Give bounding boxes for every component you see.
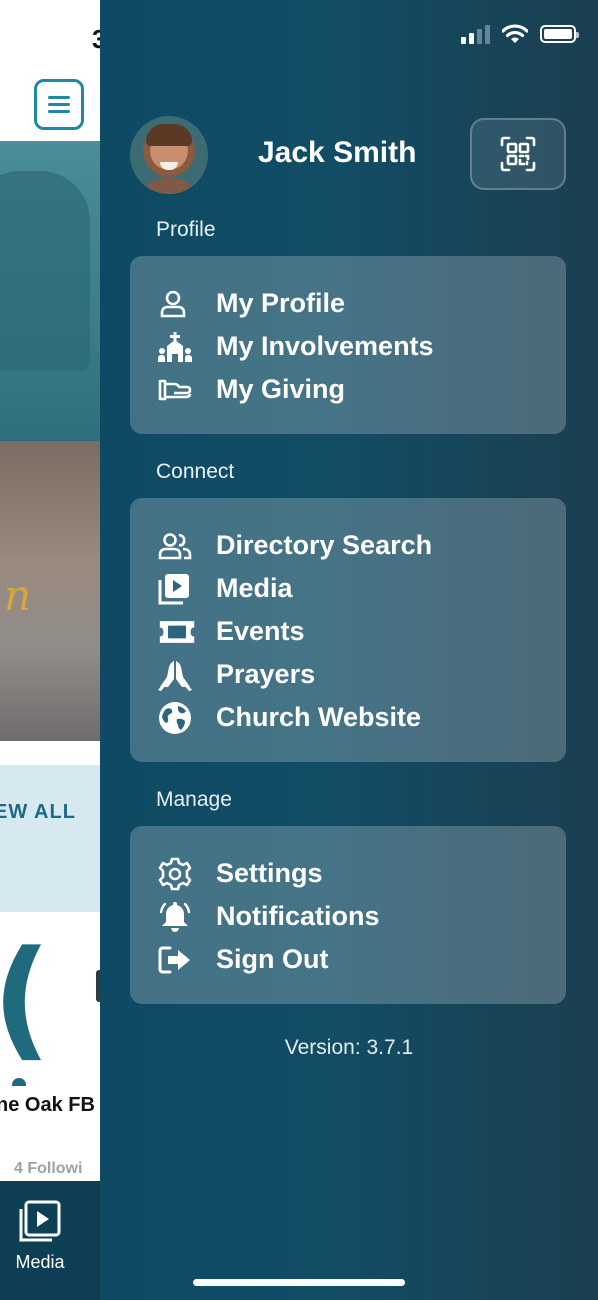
- cellular-signal-icon: [461, 24, 490, 44]
- background-hero-image: [0, 141, 100, 441]
- menu-item-prayers[interactable]: Prayers: [158, 653, 566, 696]
- section-title-connect: Connect: [156, 460, 235, 483]
- manage-card: Settings Notifications Sign Out: [130, 826, 566, 1004]
- view-all-link[interactable]: EW ALL: [0, 801, 76, 824]
- menu-item-label: My Involvements: [216, 331, 434, 361]
- sign-out-icon: [158, 943, 196, 977]
- church-logo: (: [0, 922, 51, 1074]
- following-count: 4 Followi: [14, 1160, 83, 1177]
- menu-item-directory-search[interactable]: Directory Search: [158, 524, 566, 567]
- church-name: ne Oak FB: [0, 1094, 95, 1116]
- avatar[interactable]: [130, 116, 208, 194]
- menu-item-label: Church Website: [216, 702, 422, 732]
- media-icon: [158, 572, 196, 606]
- view-all-banner[interactable]: EW ALL: [0, 765, 100, 912]
- menu-item-sign-out[interactable]: Sign Out: [158, 938, 566, 981]
- qr-code-icon: [500, 136, 536, 172]
- globe-icon: [158, 701, 196, 735]
- background-bible-image: n: [0, 441, 100, 741]
- church-group-icon: [158, 330, 196, 364]
- section-title-profile: Profile: [156, 218, 216, 241]
- tab-media-label: Media: [15, 1252, 65, 1272]
- people-icon: [158, 529, 196, 563]
- menu-item-label: Sign Out: [216, 944, 329, 974]
- menu-item-events[interactable]: Events: [158, 610, 566, 653]
- qr-code-button[interactable]: [470, 118, 566, 190]
- bell-icon: [158, 900, 196, 934]
- giving-hand-icon: [158, 373, 196, 407]
- menu-item-church-website[interactable]: Church Website: [158, 696, 566, 739]
- menu-item-my-profile[interactable]: My Profile: [158, 282, 566, 325]
- status-clock: 34: [92, 24, 100, 54]
- menu-item-my-giving[interactable]: My Giving: [158, 368, 566, 411]
- hamburger-menu-button[interactable]: [34, 79, 84, 130]
- menu-item-label: Directory Search: [216, 530, 433, 560]
- profile-card: My Profile My Involvements My Giving: [130, 256, 566, 434]
- ticket-icon: [158, 615, 196, 649]
- person-icon: [158, 287, 196, 321]
- home-indicator[interactable]: [193, 1279, 405, 1286]
- app-version: Version: 3.7.1: [284, 1036, 414, 1059]
- menu-item-notifications[interactable]: Notifications: [158, 895, 566, 938]
- connect-card: Directory Search Media Events Prayers Ch…: [130, 498, 566, 762]
- praying-hands-icon: [158, 658, 196, 692]
- section-title-manage: Manage: [156, 788, 232, 811]
- menu-item-label: Notifications: [216, 901, 380, 931]
- menu-item-label: Settings: [216, 858, 323, 888]
- wifi-icon: [502, 24, 528, 43]
- battery-icon: [540, 25, 579, 43]
- menu-item-label: My Giving: [216, 374, 346, 404]
- menu-item-my-involvements[interactable]: My Involvements: [158, 325, 566, 368]
- menu-item-label: Prayers: [216, 659, 316, 689]
- hamburger-icon: [48, 92, 70, 117]
- tab-media[interactable]: Media: [0, 1181, 80, 1273]
- church-card[interactable]: ( ne Oak FB 4 Followi: [0, 912, 100, 1182]
- side-drawer: Jack Smith Profile My Profile My Involve…: [100, 0, 598, 1300]
- user-name: Jack Smith: [258, 136, 417, 169]
- media-icon: [19, 1200, 61, 1242]
- menu-item-label: Events: [216, 616, 305, 646]
- status-bar: [461, 24, 579, 44]
- menu-item-settings[interactable]: Settings: [158, 852, 566, 895]
- menu-item-label: Media: [216, 573, 293, 603]
- menu-item-media[interactable]: Media: [158, 567, 566, 610]
- background-app: 34 n EW ALL ( ne Oak FB 4 Followi Media: [0, 0, 100, 1300]
- tab-bar: Media: [0, 1181, 100, 1300]
- gear-icon: [158, 857, 196, 891]
- background-header: 34: [0, 0, 100, 141]
- menu-item-label: My Profile: [216, 288, 346, 318]
